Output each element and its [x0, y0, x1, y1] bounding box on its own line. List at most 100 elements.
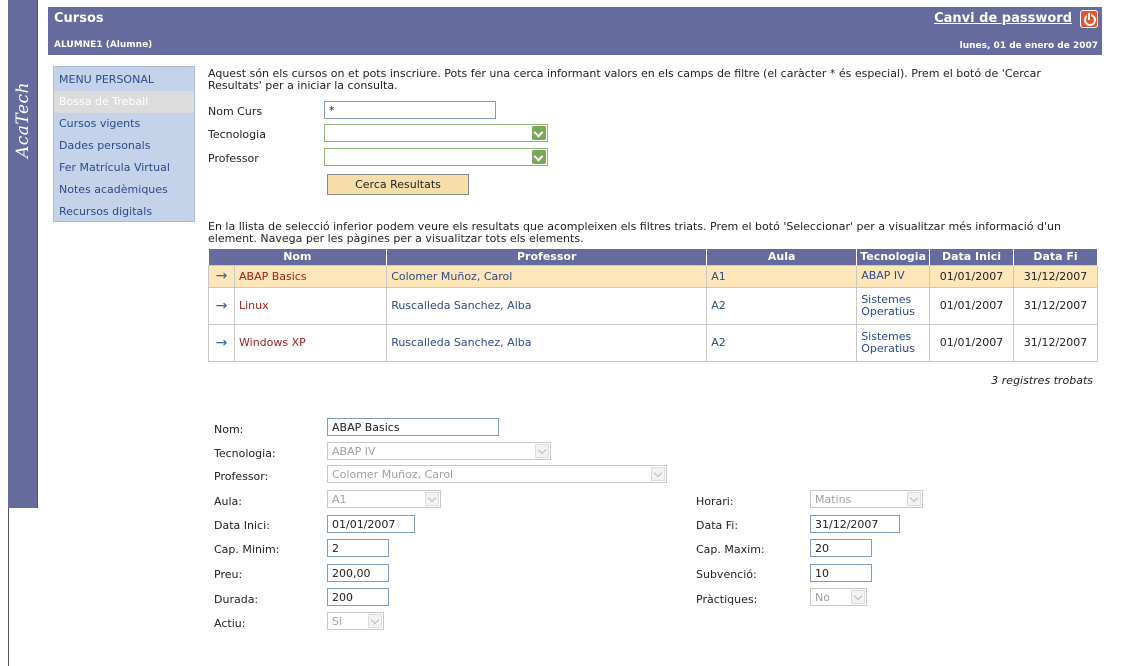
course-data-inici: 01/01/2007 — [929, 286, 1014, 325]
power-icon[interactable] — [1080, 10, 1098, 28]
detail-data-fi-label: Data Fi: — [696, 519, 739, 532]
sidebar-menu: MENU PERSONAL Bossa de Treball Cursos vi… — [53, 66, 195, 222]
course-name[interactable]: Linux — [233, 286, 388, 325]
chevron-down-icon — [368, 614, 382, 628]
detail-durada-input[interactable] — [327, 588, 389, 606]
detail-professor-value: Colomer Muñoz, Carol — [332, 468, 454, 481]
detail-subvencio-input[interactable] — [810, 564, 872, 582]
select-arrow-icon[interactable]: → — [208, 323, 235, 362]
course-aula: A2 — [706, 286, 858, 325]
course-tecnologia: Sistemes Operatius — [856, 323, 930, 362]
menu-item-fer-matricula-virtual[interactable]: Fer Matrícula Virtual — [54, 157, 194, 179]
nom-curs-label: Nom Curs — [208, 105, 263, 118]
chevron-down-icon — [532, 150, 546, 164]
course-data-fi: 31/12/2007 — [1013, 323, 1098, 362]
detail-preu-label: Preu: — [214, 568, 243, 581]
detail-cap-maxim-input[interactable] — [810, 539, 872, 557]
chevron-down-icon — [851, 590, 865, 604]
detail-preu-input[interactable] — [327, 564, 389, 582]
column-header-data-fi: Data Fi — [1013, 249, 1098, 265]
course-data-fi: 31/12/2007 — [1013, 264, 1098, 288]
column-header-tecnologia: Tecnologia — [856, 249, 930, 265]
chevron-down-icon — [535, 444, 549, 458]
brand-strip: AcaTech — [8, 0, 38, 508]
user-label: ALUMNE1 (Alumne) — [54, 40, 153, 50]
frame-divider — [8, 508, 9, 666]
chevron-down-icon — [651, 467, 665, 481]
menu-item-cursos-vigents[interactable]: Cursos vigents — [54, 113, 194, 135]
detail-actiu-label: Actiu: — [214, 617, 246, 630]
select-arrow-icon[interactable]: → — [208, 264, 235, 288]
detail-actiu-value: Si — [332, 615, 343, 628]
course-aula: A2 — [706, 323, 858, 362]
detail-tecnologia-value: ABAP IV — [332, 445, 376, 458]
table-row[interactable]: → ABAP Basics Colomer Muñoz, Carol A1 AB… — [208, 264, 1098, 288]
detail-aula-select: A1 — [327, 490, 441, 508]
menu-item-bossa-de-treball[interactable]: Bossa de Treball — [54, 91, 194, 113]
detail-data-inici-input[interactable] — [327, 515, 415, 533]
detail-horari-value: Matins — [815, 493, 852, 506]
current-date: lunes, 01 de enero de 2007 — [959, 41, 1098, 51]
menu-heading: MENU PERSONAL — [59, 73, 154, 86]
course-tecnologia: Sistemes Operatius — [856, 286, 930, 325]
course-professor: Ruscalleda Sanchez, Alba — [386, 286, 708, 325]
chevron-down-icon — [907, 492, 921, 506]
menu-item-notes-academiques[interactable]: Notes acadèmiques — [54, 179, 194, 201]
menu-item-dades-personals[interactable]: Dades personals — [54, 135, 194, 157]
professor-filter-select[interactable] — [324, 148, 548, 166]
chevron-down-icon — [532, 126, 546, 140]
detail-tecnologia-label: Tecnologia: — [214, 447, 276, 460]
detail-cap-minim-label: Cap. Minim: — [214, 543, 280, 556]
page-header: Cursos ALUMNE1 (Alumne) Canvi de passwor… — [48, 7, 1102, 55]
detail-subvencio-label: Subvenció: — [696, 568, 757, 581]
professor-filter-label: Professor — [208, 152, 259, 165]
tecnologia-filter-label: Tecnologia — [208, 128, 266, 141]
course-data-fi: 31/12/2007 — [1013, 286, 1098, 325]
nom-curs-input[interactable] — [324, 101, 496, 119]
column-header-nom: Nom — [208, 249, 388, 265]
search-intro: Aquest són els cursos on et pots inscriu… — [208, 67, 1041, 92]
course-tecnologia: ABAP IV — [856, 264, 930, 288]
detail-data-inici-label: Data Inici: — [214, 519, 270, 532]
brand-logo: AcaTech — [13, 82, 33, 158]
change-password-link[interactable]: Canvi de password — [934, 11, 1072, 26]
course-name[interactable]: Windows XP — [233, 323, 388, 362]
course-data-inici: 01/01/2007 — [929, 264, 1014, 288]
detail-nom-input[interactable] — [327, 418, 499, 436]
table-row[interactable]: → Linux Ruscalleda Sanchez, Alba A2 Sist… — [208, 286, 1098, 325]
results-count: 3 registres trobats — [991, 374, 1093, 387]
detail-cap-maxim-label: Cap. Maxim: — [696, 543, 765, 556]
search-button[interactable]: Cerca Resultats — [327, 174, 469, 195]
chevron-down-icon — [425, 492, 439, 506]
detail-tecnologia-select: ABAP IV — [327, 442, 551, 460]
detail-professor-label: Professor: — [214, 470, 269, 483]
detail-nom-label: Nom: — [214, 423, 244, 436]
detail-actiu-select: Si — [327, 612, 384, 630]
results-intro: En la llista de selecció inferior podem … — [208, 220, 1061, 245]
detail-practiques-select: No — [810, 588, 867, 606]
column-header-professor: Professor — [386, 249, 708, 265]
course-professor: Colomer Muñoz, Carol — [386, 264, 708, 288]
detail-data-fi-input[interactable] — [810, 515, 900, 533]
column-header-aula: Aula — [706, 249, 858, 265]
menu-item-recursos-digitals[interactable]: Recursos digitals — [54, 201, 194, 223]
detail-horari-label: Horari: — [696, 495, 734, 508]
course-name[interactable]: ABAP Basics — [233, 264, 388, 288]
table-row[interactable]: → Windows XP Ruscalleda Sanchez, Alba A2… — [208, 323, 1098, 362]
detail-cap-minim-input[interactable] — [327, 539, 389, 557]
course-aula: A1 — [706, 264, 858, 288]
tecnologia-filter-select[interactable] — [324, 124, 548, 142]
results-table: Nom Professor Aula Tecnologia Data Inici… — [208, 249, 1098, 362]
detail-horari-select: Matins — [810, 490, 923, 508]
select-arrow-icon[interactable]: → — [208, 286, 235, 325]
column-header-data-inici: Data Inici — [929, 249, 1014, 265]
course-professor: Ruscalleda Sanchez, Alba — [386, 323, 708, 362]
detail-aula-value: A1 — [332, 493, 347, 506]
detail-professor-select: Colomer Muñoz, Carol — [327, 465, 667, 483]
course-data-inici: 01/01/2007 — [929, 323, 1014, 362]
detail-aula-label: Aula: — [214, 495, 242, 508]
detail-durada-label: Durada: — [214, 593, 259, 606]
page-title: Cursos — [54, 11, 104, 26]
detail-practiques-label: Pràctiques: — [696, 593, 758, 606]
detail-practiques-value: No — [815, 591, 830, 604]
